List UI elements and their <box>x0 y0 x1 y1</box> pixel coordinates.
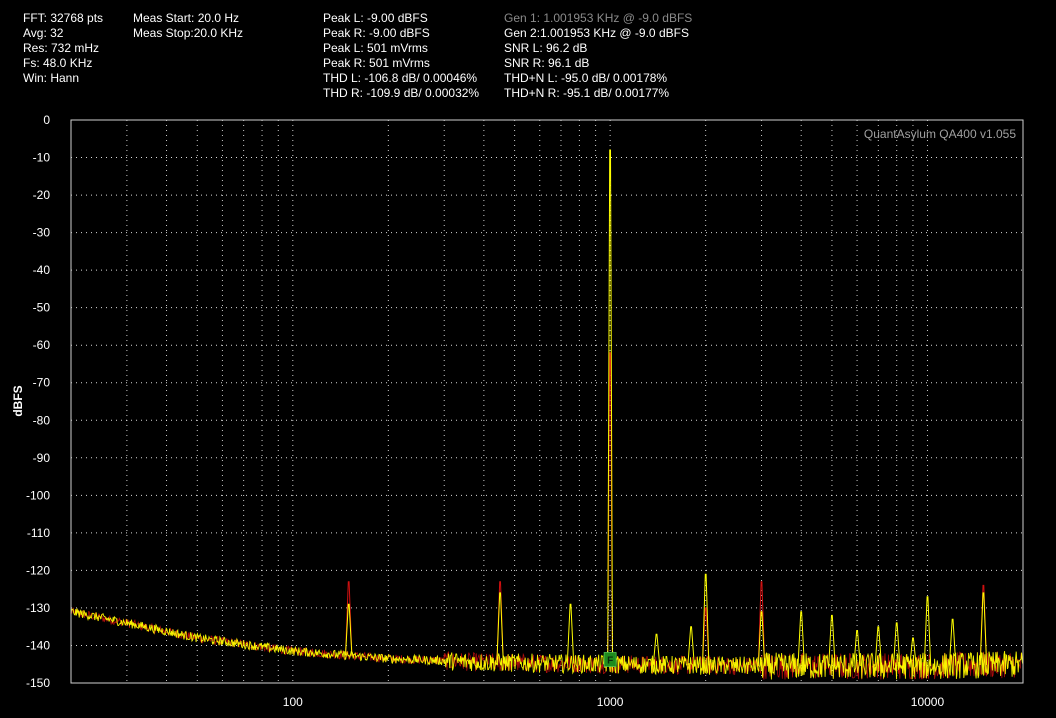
x-tick-label: 100 <box>283 695 303 709</box>
y-tick-label: -20 <box>33 188 51 202</box>
y-tick-label: -130 <box>26 601 50 615</box>
spectrum-chart: F 0 -10 -20 -30 -40 -50 -60 -70 -80 -90 -100 -110 -1… <box>26 113 1024 709</box>
series-layer <box>70 149 1024 680</box>
plot-frame <box>70 119 1024 684</box>
y-tick-label: -10 <box>33 151 51 165</box>
tick-labels: 0 -10 -20 -30 -40 -50 -60 -70 -80 -90 -100 -110 -120… <box>26 113 945 709</box>
spectral-peak <box>566 603 575 664</box>
watermark: QuantAsylum QA400 v1.055 <box>864 127 1016 141</box>
marker-layer: F <box>603 652 617 667</box>
x-tick-label: 10000 <box>911 695 945 709</box>
y-tick-label: -150 <box>26 676 50 690</box>
grid <box>71 120 1023 683</box>
y-tick-label: -140 <box>26 638 50 652</box>
y-tick-label: -70 <box>33 376 51 390</box>
spectral-peak <box>345 603 353 656</box>
spectral-peak <box>607 149 613 665</box>
y-tick-label: -120 <box>26 563 50 577</box>
marker-label: F <box>607 655 613 666</box>
spectral-peak <box>496 592 504 663</box>
x-tick-label: 1000 <box>597 695 624 709</box>
y-tick-label: -110 <box>27 526 50 540</box>
y-tick-label: 0 <box>43 113 50 127</box>
y-tick-label: -100 <box>26 488 50 502</box>
y-tick-label: -40 <box>33 263 51 277</box>
y-tick-label: -60 <box>33 338 51 352</box>
y-tick-label: -50 <box>33 301 51 315</box>
y-tick-label: -80 <box>33 413 51 427</box>
y-tick-label: -90 <box>33 451 51 465</box>
y-tick-label: -30 <box>33 226 51 240</box>
